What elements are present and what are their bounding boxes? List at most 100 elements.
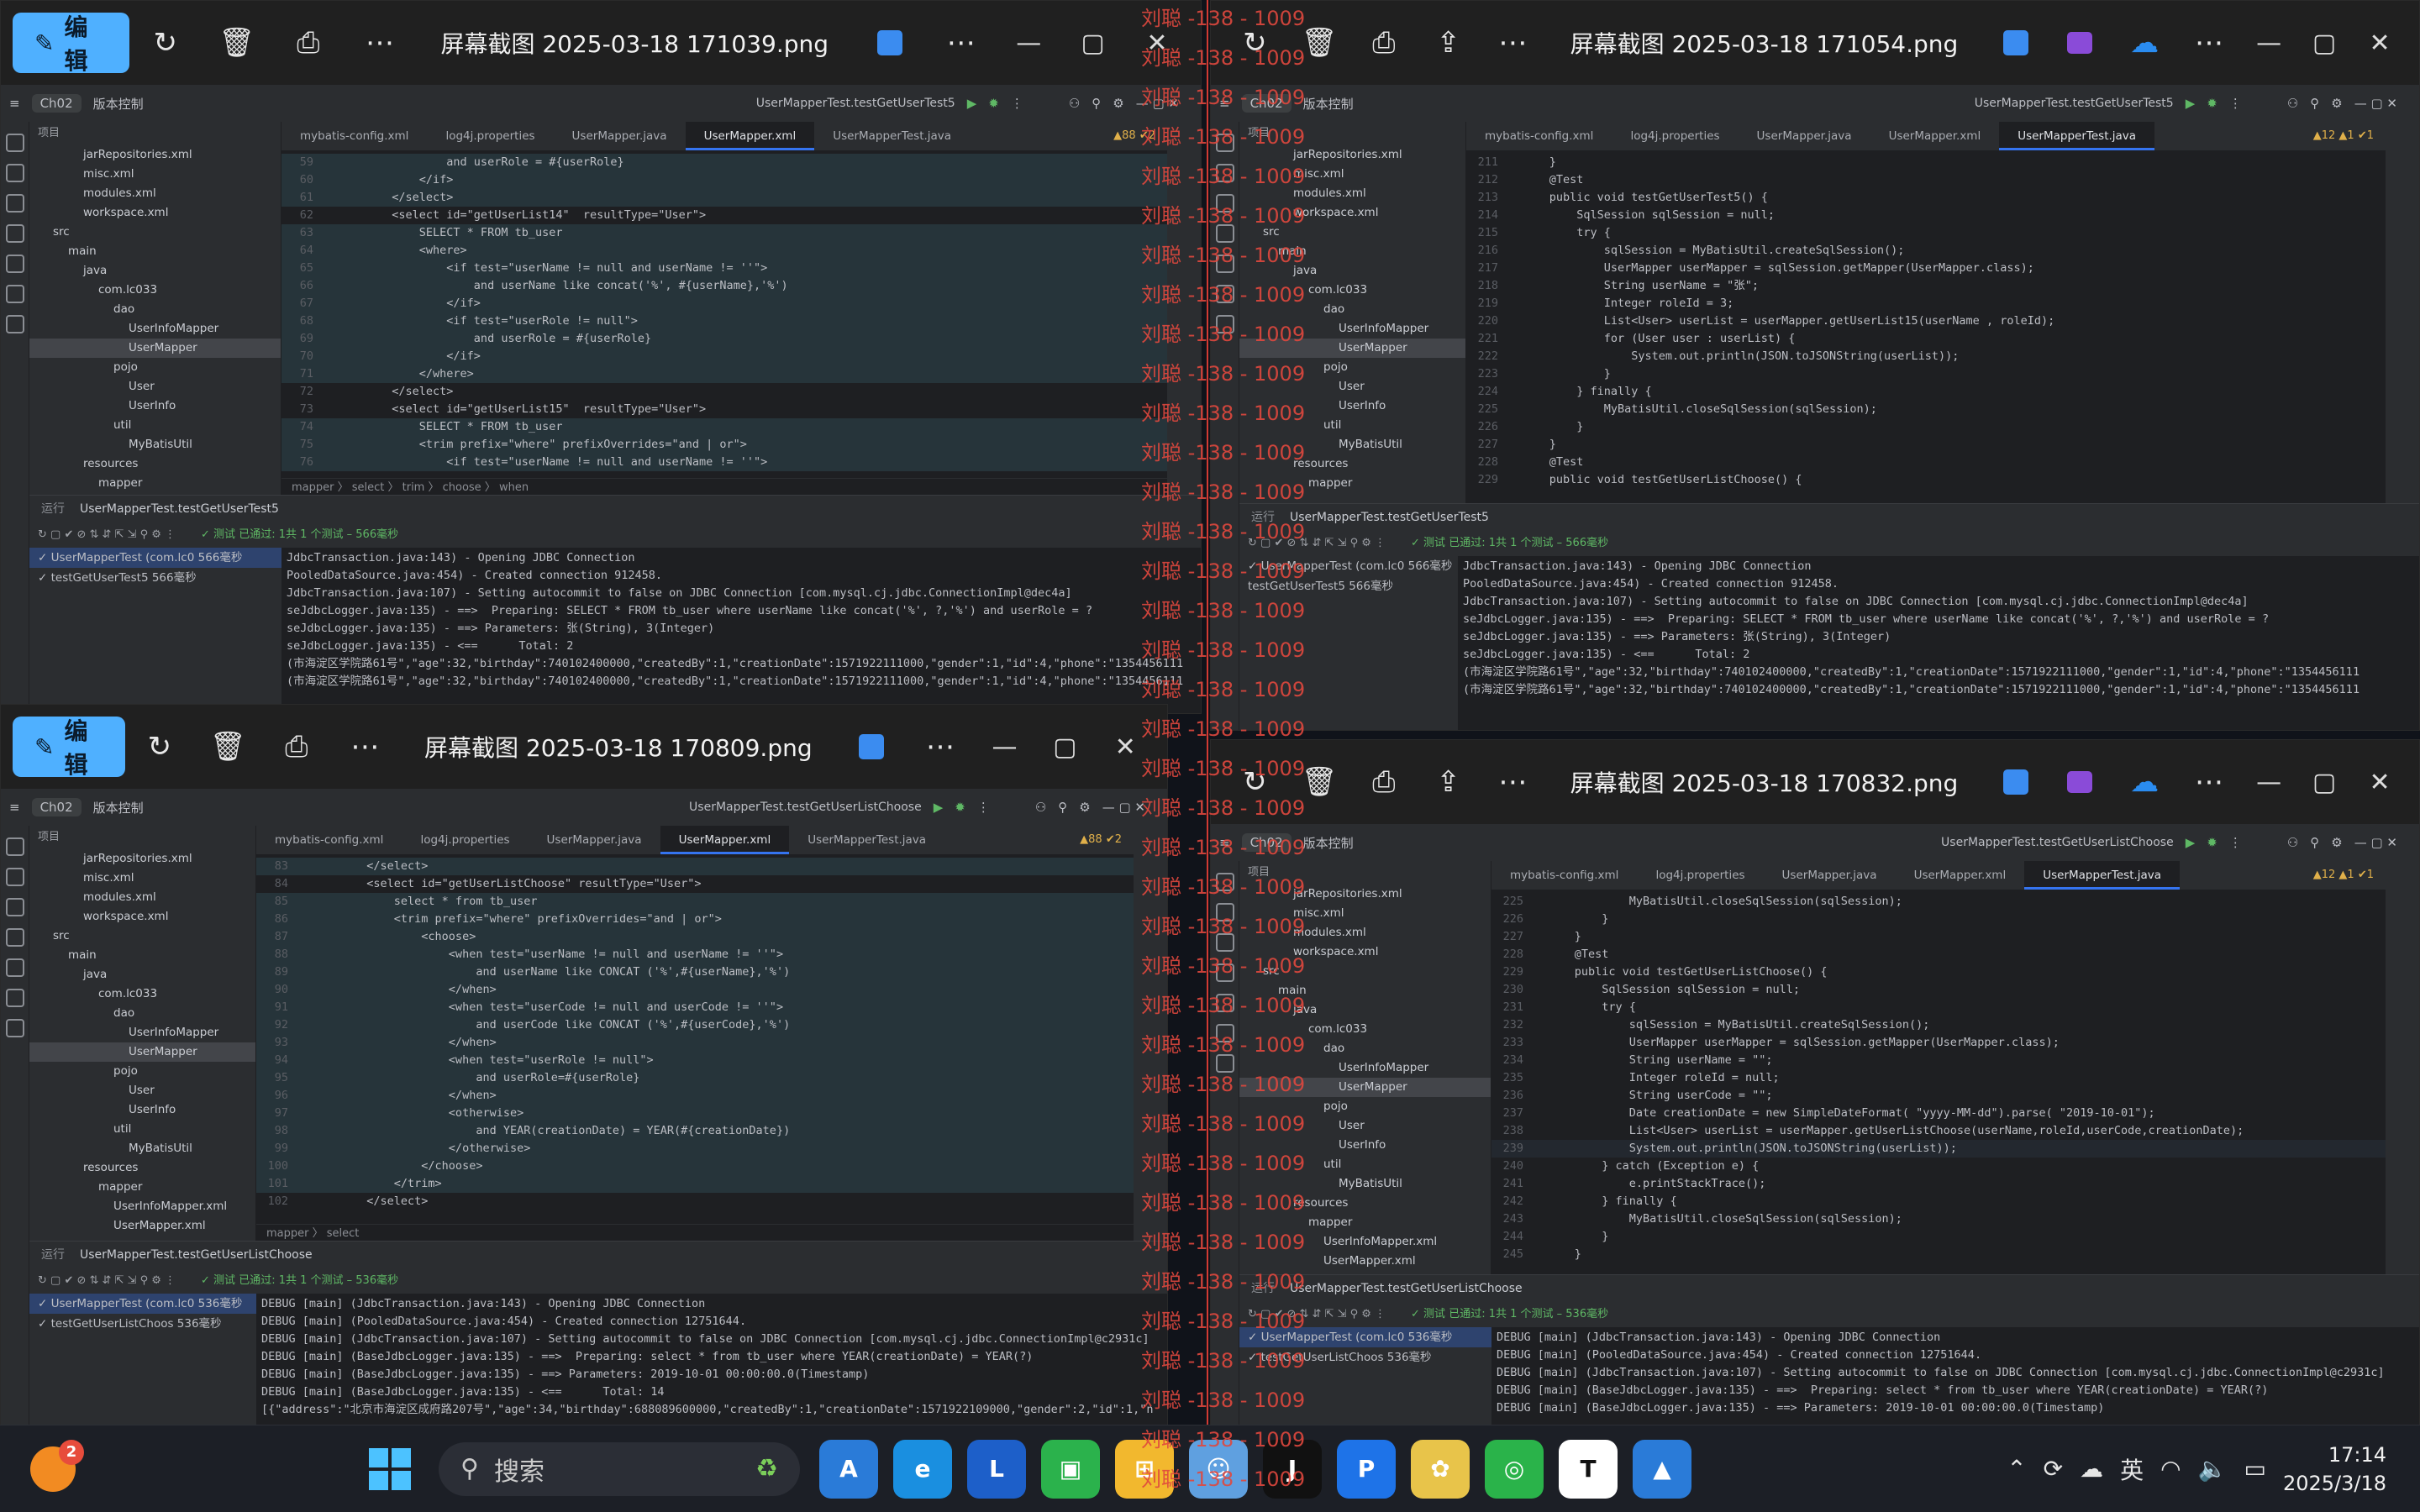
more-icon[interactable]: ⋯ (341, 720, 389, 774)
editor-tab[interactable]: mybatis-config.xml (281, 122, 427, 150)
wifi-icon[interactable]: ◠ (2160, 1455, 2181, 1483)
project-tree-item[interactable]: com.lc033 (29, 281, 281, 300)
rerun-icon[interactable]: ↻ ▢ ✔ ⊘ ⇅ ⇵ ⇱ ⇲ ⚲ ⚙ ⋮ (38, 528, 176, 541)
tool-window-icon[interactable] (5, 958, 24, 977)
maximize-button[interactable]: ▢ (1034, 720, 1095, 774)
maximize-button[interactable]: ▢ (2296, 755, 2352, 809)
print-icon[interactable]: ⎙ (282, 16, 334, 70)
volume-icon[interactable]: 🔈 (2198, 1455, 2228, 1483)
code-line[interactable]: 229 public void testGetUserListChoose() … (1491, 963, 2386, 981)
editor-tab[interactable]: mybatis-config.xml (256, 826, 402, 854)
code-line[interactable]: 211 } (1466, 154, 2386, 171)
test-tree-item[interactable]: ✓ testGetUserListChoos 536毫秒 (29, 1314, 256, 1334)
project-tree-item[interactable]: resources (29, 1158, 255, 1178)
gear-icon[interactable]: ⚙ (1113, 96, 1123, 111)
search-icon[interactable]: ⚲ (1058, 800, 1067, 815)
tool-window-icon[interactable] (5, 315, 24, 333)
taskbar-search[interactable]: ⚲ 搜索 ♻ (439, 1441, 800, 1496)
tool-window-icon[interactable] (5, 868, 24, 886)
code-line[interactable]: 223 } (1466, 365, 2386, 383)
weather-widget-icon[interactable]: 2 (30, 1439, 84, 1492)
run-config-selector[interactable]: UserMapperTest.testGetUserTest5 (1975, 97, 2174, 110)
more-icon[interactable]: ⋯ (2186, 755, 2231, 809)
code-line[interactable]: 226 } (1466, 418, 2386, 436)
project-tree-item[interactable]: MyBatisUtil (29, 1139, 255, 1158)
project-tree-item[interactable]: jarRepositories.xml (29, 145, 281, 165)
project-tree-item[interactable]: UserInfo (29, 1100, 255, 1120)
code-line[interactable]: 215 try { (1466, 224, 2386, 242)
project-tree-item[interactable]: UserInfo (29, 396, 281, 416)
project-tree-item[interactable]: UserInfoMapper (29, 319, 281, 339)
project-tree-item[interactable]: misc.xml (29, 165, 281, 184)
editor-tab[interactable]: UserMapperTest.java (2024, 861, 2181, 890)
editor-tab[interactable]: log4j.properties (1637, 861, 1763, 890)
taskbar-app-typora-icon[interactable]: T (1559, 1439, 1618, 1499)
code-line[interactable]: 226 } (1491, 911, 2386, 928)
code-line[interactable]: 72 </select> (281, 383, 1167, 401)
project-tree-item[interactable]: mapper (29, 1178, 255, 1197)
code-line[interactable]: 214 SqlSession sqlSession = null; (1466, 207, 2386, 224)
code-line[interactable]: 228 @Test (1466, 454, 2386, 471)
code-line[interactable]: 70 </if> (281, 348, 1167, 365)
code-line[interactable]: 71 </where> (281, 365, 1167, 383)
editor-tab[interactable]: log4j.properties (1612, 122, 1738, 150)
taskbar-app-lenovo-icon[interactable]: L (967, 1439, 1026, 1499)
user-icon[interactable]: ⚇ (2287, 835, 2298, 850)
project-tree-item[interactable]: resources (29, 454, 281, 474)
more-icon[interactable]: ⋮ (2229, 835, 2242, 850)
run-config-selector[interactable]: UserMapperTest.testGetUserListChoose (689, 801, 922, 814)
debug-icon[interactable]: ✹ (988, 96, 999, 111)
code-line[interactable]: 241 e.printStackTrace(); (1491, 1175, 2386, 1193)
code-line[interactable]: 237 Date creationDate = new SimpleDateFo… (1491, 1105, 2386, 1122)
user-icon[interactable]: ⚇ (1035, 800, 1046, 815)
project-tree-item[interactable]: pojo (29, 358, 281, 377)
app-icon[interactable] (864, 16, 915, 70)
code-line[interactable]: 97 <otherwise> (256, 1105, 1134, 1122)
tool-window-icon[interactable] (5, 1019, 24, 1037)
debug-icon[interactable]: ✹ (2207, 835, 2217, 850)
start-icon[interactable] (360, 1440, 419, 1499)
project-tree-item[interactable]: pojo (29, 1062, 255, 1081)
code-line[interactable]: 220 List<User> userList = userMapper.get… (1466, 312, 2386, 330)
breadcrumb[interactable]: mapper 〉 select (256, 1224, 1134, 1242)
ide-window-controls[interactable]: — ▢ ✕ (1102, 800, 1145, 815)
print-icon[interactable]: ⎙ (272, 720, 320, 774)
code-line[interactable]: 62 <select id="getUserList14" resultType… (281, 207, 1167, 224)
ide-window-controls[interactable]: — ▢ ✕ (2354, 96, 2397, 111)
project-tree-item[interactable]: workspace.xml (29, 203, 281, 223)
code-line[interactable]: 100 </choose> (256, 1158, 1134, 1175)
project-tree-item[interactable]: UserMapper.xml (29, 1216, 255, 1236)
code-line[interactable]: 68 <if test="userRole != null"> (281, 312, 1167, 330)
code-line[interactable]: 242 } finally { (1491, 1193, 2386, 1210)
project-tree-item[interactable]: mapper (29, 474, 281, 493)
more-icon[interactable]: ⋯ (2186, 16, 2231, 70)
taskbar-app-edge-icon[interactable]: e (893, 1439, 952, 1499)
code-line[interactable]: 232 sqlSession = MyBatisUtil.createSqlSe… (1491, 1016, 2386, 1034)
inspection-summary[interactable]: ▲88 ✔2 (1068, 826, 1134, 854)
chevron-up-icon[interactable]: ⌃ (2007, 1455, 2026, 1483)
project-tree-item[interactable]: java (29, 965, 255, 984)
code-line[interactable]: 65 <if test="userName != null and userNa… (281, 260, 1167, 277)
tool-window-icon[interactable] (5, 898, 24, 916)
user-icon[interactable]: ⚇ (2287, 96, 2298, 111)
taskbar-app-edge-ai-icon[interactable]: A (819, 1439, 878, 1499)
more-icon[interactable]: ⋮ (2229, 96, 2242, 111)
run-tab[interactable]: UserMapperTest.testGetUserTest5 (1290, 511, 1489, 524)
code-line[interactable]: 63 SELECT * FROM tb_user (281, 224, 1167, 242)
tool-window-icon[interactable] (5, 928, 24, 947)
code-line[interactable]: 234 String userName = ""; (1491, 1052, 2386, 1069)
project-tree-item[interactable]: dao (29, 1004, 255, 1023)
editor-tab[interactable]: UserMapperTest.java (814, 122, 970, 150)
run-tab[interactable]: UserMapperTest.testGetUserListChoose (1290, 1282, 1523, 1295)
tool-window-icon[interactable] (5, 224, 24, 243)
share-icon[interactable]: ⇪ (1426, 16, 1470, 70)
taskbar-app-photos-icon[interactable]: ▲ (1633, 1439, 1691, 1499)
code-line[interactable]: 85 select * from tb_user (256, 893, 1134, 911)
print-icon[interactable]: ⎙ (1361, 16, 1406, 70)
code-line[interactable]: 213 public void testGetUserTest5() { (1466, 189, 2386, 207)
code-line[interactable]: 235 Integer roleId = null; (1491, 1069, 2386, 1087)
project-tree-item[interactable]: MyBatisUtil (29, 435, 281, 454)
code-line[interactable]: 229 public void testGetUserListChoose() … (1466, 471, 2386, 489)
minimize-button[interactable]: — (997, 16, 1060, 70)
code-line[interactable]: 89 and userName like CONCAT ('%',#{userN… (256, 963, 1134, 981)
